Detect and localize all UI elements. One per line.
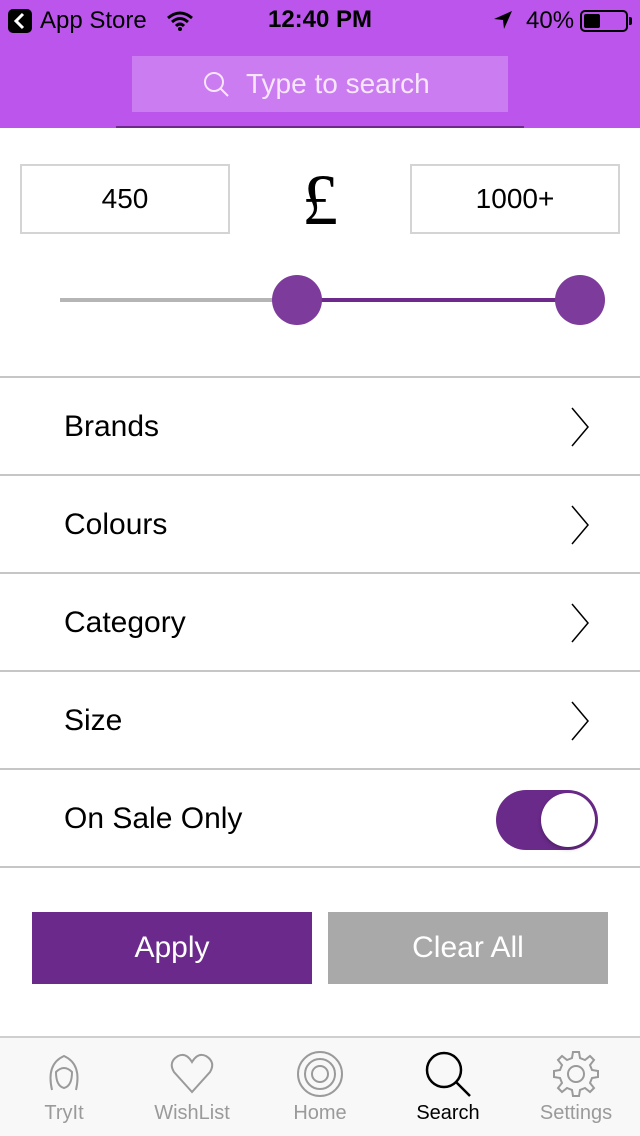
- search-icon: [202, 70, 230, 103]
- face-icon: [49, 1054, 79, 1091]
- tab-home[interactable]: Home: [256, 1038, 384, 1136]
- battery-percent: 40%: [526, 7, 575, 34]
- chevron-right-icon: [568, 700, 592, 747]
- filter-row-label: Category: [64, 606, 186, 639]
- chevron-right-icon: [568, 406, 592, 453]
- tab-label: Search: [416, 1102, 480, 1124]
- filter-row-on-sale: On Sale Only: [0, 770, 640, 868]
- tab-label: Home: [293, 1102, 347, 1124]
- tab-label: WishList: [154, 1102, 230, 1124]
- filter-row-label: Colours: [64, 508, 168, 541]
- tab-wishlist[interactable]: WishList: [128, 1038, 256, 1136]
- chevron-right-icon: [568, 504, 592, 551]
- tab-bar: TryIt WishList Home Search Settings: [0, 1036, 640, 1136]
- clear-all-button[interactable]: Clear All: [328, 912, 608, 984]
- apply-button[interactable]: Apply: [32, 912, 312, 984]
- search-placeholder: Type to search: [246, 68, 430, 99]
- filter-row-category[interactable]: Category: [0, 574, 640, 672]
- tab-search[interactable]: Search: [384, 1038, 512, 1136]
- search-input[interactable]: Type to search: [132, 56, 508, 112]
- price-max-field[interactable]: 1000+: [410, 164, 620, 234]
- price-range-slider[interactable]: [60, 272, 605, 328]
- location-arrow-icon: [492, 9, 514, 37]
- filter-row-label: Size: [64, 704, 123, 737]
- tab-tryit[interactable]: TryIt: [0, 1038, 128, 1136]
- on-sale-toggle[interactable]: [496, 790, 598, 850]
- toggle-knob: [541, 793, 595, 847]
- target-icon: [297, 1051, 343, 1097]
- status-bar: App Store 12:40 PM 40%: [0, 0, 640, 40]
- price-min-field[interactable]: 450: [20, 164, 230, 234]
- search-underline: [116, 126, 524, 128]
- tab-settings[interactable]: Settings: [512, 1038, 640, 1136]
- on-sale-label: On Sale Only: [64, 802, 243, 835]
- slider-min-handle[interactable]: [271, 275, 322, 325]
- heart-icon: [170, 1053, 214, 1094]
- slider-max-handle[interactable]: [555, 275, 605, 325]
- header: App Store 12:40 PM 40% Type to search: [0, 0, 640, 128]
- search-icon: [425, 1051, 471, 1097]
- filter-row-label: Brands: [64, 410, 160, 443]
- filter-list: Brands Colours Category Size On Sale Onl…: [0, 376, 640, 868]
- tab-label: TryIt: [44, 1102, 84, 1124]
- chevron-right-icon: [568, 602, 592, 649]
- battery-icon: [580, 10, 632, 32]
- currency-symbol: £: [302, 160, 338, 240]
- filter-row-size[interactable]: Size: [0, 672, 640, 770]
- filter-row-brands[interactable]: Brands: [0, 378, 640, 476]
- slider-selected-range: [296, 298, 580, 302]
- gear-icon: [553, 1051, 599, 1097]
- filter-row-colours[interactable]: Colours: [0, 476, 640, 574]
- tab-label: Settings: [539, 1102, 613, 1124]
